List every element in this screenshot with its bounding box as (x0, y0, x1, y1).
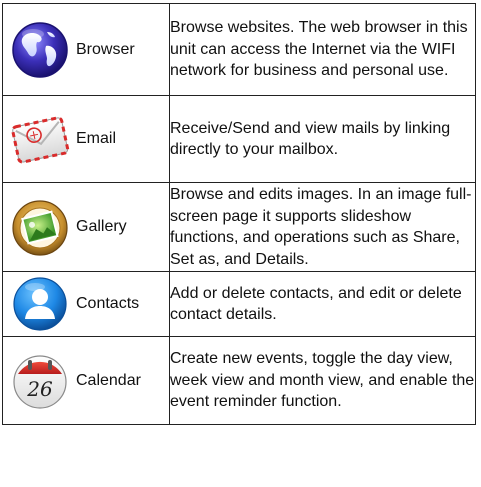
icon-cell (2, 271, 76, 337)
gallery-frame-icon (8, 195, 72, 259)
app-description-email: Receive/Send and view mails by linking d… (169, 95, 476, 183)
icon-cell (2, 95, 76, 183)
icon-cell: 26 (2, 336, 76, 425)
calendar-icon: 26 (8, 349, 72, 413)
email-envelope-icon (8, 107, 72, 171)
calendar-day-number: 26 (26, 377, 53, 401)
icon-cell (2, 3, 76, 96)
app-description-contacts: Add or delete contacts, and edit or dele… (169, 271, 476, 337)
app-description-browser: Browse websites. The web browser in this… (169, 3, 476, 96)
table-row: Email Receive/Send and view mails by lin… (2, 95, 476, 183)
table-row: Gallery Browse and edits images. In an i… (2, 182, 476, 272)
table-row: Browser Browse websites. The web browser… (2, 3, 476, 96)
app-name-browser: Browser (76, 3, 170, 96)
app-name-contacts: Contacts (76, 271, 170, 337)
table-row: Contacts Add or delete contacts, and edi… (2, 271, 476, 337)
browser-globe-icon (8, 18, 72, 82)
table-row: 26 Calendar Create new events, toggle th… (2, 336, 476, 425)
contacts-person-icon (8, 272, 72, 336)
app-name-email: Email (76, 95, 170, 183)
app-name-gallery: Gallery (76, 182, 170, 272)
app-description-calendar: Create new events, toggle the day view, … (169, 336, 476, 425)
app-name-calendar: Calendar (76, 336, 170, 425)
icon-cell (2, 182, 76, 272)
app-description-gallery: Browse and edits images. In an image ful… (169, 182, 476, 272)
apps-table: Browser Browse websites. The web browser… (2, 3, 476, 425)
